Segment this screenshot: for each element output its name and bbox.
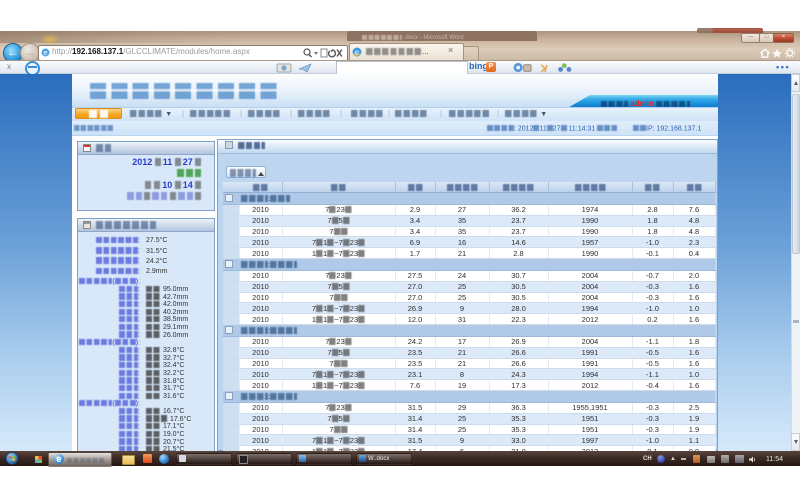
svg-text:e: e [355,48,359,57]
svg-text:e: e [44,48,48,57]
